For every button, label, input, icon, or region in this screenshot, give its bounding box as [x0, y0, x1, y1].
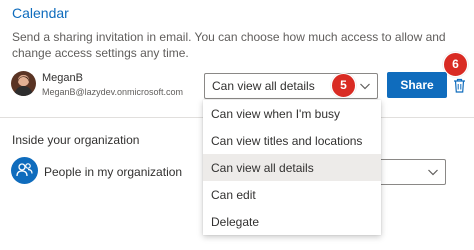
org-section-title: Inside your organization — [12, 133, 140, 147]
step-6-badge: 6 — [443, 52, 468, 77]
avatar — [11, 71, 36, 96]
permission-dropdown-menu: Can view when I'm busy Can view titles a… — [203, 100, 381, 235]
share-button[interactable]: Share — [387, 72, 447, 98]
step-5-badge: 5 — [331, 73, 356, 98]
option-busy[interactable]: Can view when I'm busy — [203, 100, 381, 127]
option-all-details[interactable]: Can view all details — [203, 154, 381, 181]
chevron-down-icon — [360, 83, 370, 90]
option-delegate[interactable]: Delegate — [203, 208, 381, 235]
option-titles-locations[interactable]: Can view titles and locations — [203, 127, 381, 154]
org-label: People in my organization — [44, 165, 183, 179]
chevron-down-icon — [428, 169, 438, 176]
user-email: MeganB@lazydev.onmicrosoft.com — [42, 87, 184, 97]
option-edit[interactable]: Can edit — [203, 181, 381, 208]
permission-select-value: Can view all details — [212, 79, 315, 93]
user-name: MeganB — [42, 72, 83, 84]
trash-icon[interactable] — [453, 78, 466, 93]
sharing-description: Send a sharing invitation in email. You … — [12, 30, 446, 60]
page-title: Calendar — [12, 5, 69, 21]
people-icon — [11, 157, 38, 184]
